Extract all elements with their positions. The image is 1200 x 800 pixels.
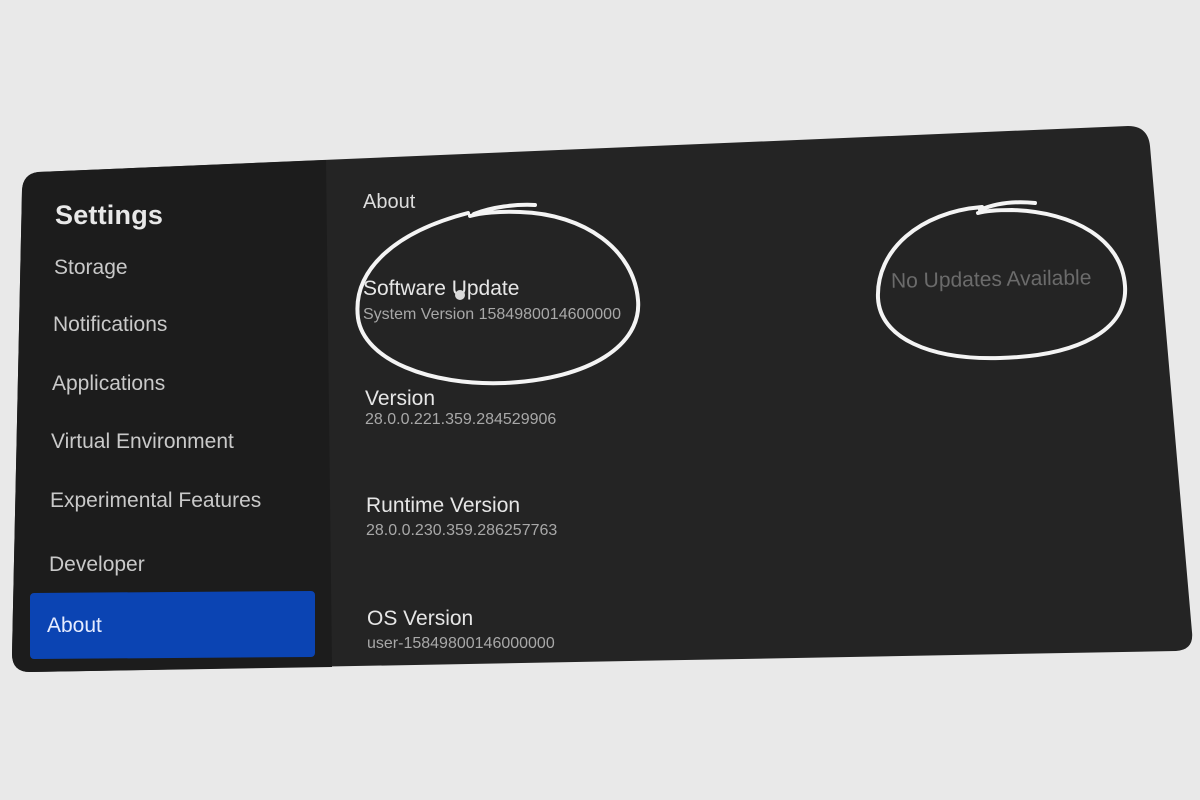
pointer-cursor bbox=[455, 290, 465, 300]
sidebar-item-applications[interactable]: Applications bbox=[52, 372, 165, 396]
version-value: 28.0.0.221.359.284529906 bbox=[365, 411, 557, 428]
sidebar-item-developer[interactable]: Developer bbox=[49, 553, 145, 577]
os-version-title: OS Version bbox=[367, 607, 474, 630]
runtime-version-title: Runtime Version bbox=[366, 494, 521, 517]
settings-window bbox=[12, 126, 1193, 672]
sidebar-item-experimental-features[interactable]: Experimental Features bbox=[50, 489, 261, 513]
sidebar-item-virtual-environment[interactable]: Virtual Environment bbox=[51, 430, 234, 454]
runtime-version-value: 28.0.0.230.359.286257763 bbox=[366, 522, 558, 539]
sidebar-item-notifications[interactable]: Notifications bbox=[53, 313, 167, 337]
sidebar-item-about-label: About bbox=[47, 614, 102, 637]
screenshot-stage: Settings Storage Notifications Applicati… bbox=[0, 0, 1200, 800]
sidebar-title: Settings bbox=[55, 200, 164, 230]
software-update-title: Software Update bbox=[363, 277, 520, 300]
sidebar-item-storage[interactable]: Storage bbox=[54, 256, 128, 280]
software-update-subtitle: System Version 1584980014600000 bbox=[363, 306, 621, 323]
version-title: Version bbox=[365, 387, 436, 410]
os-version-value: user-15849800146000000 bbox=[367, 635, 555, 652]
page-title: About bbox=[363, 191, 416, 213]
update-status-text: No Updates Available bbox=[890, 266, 1092, 293]
